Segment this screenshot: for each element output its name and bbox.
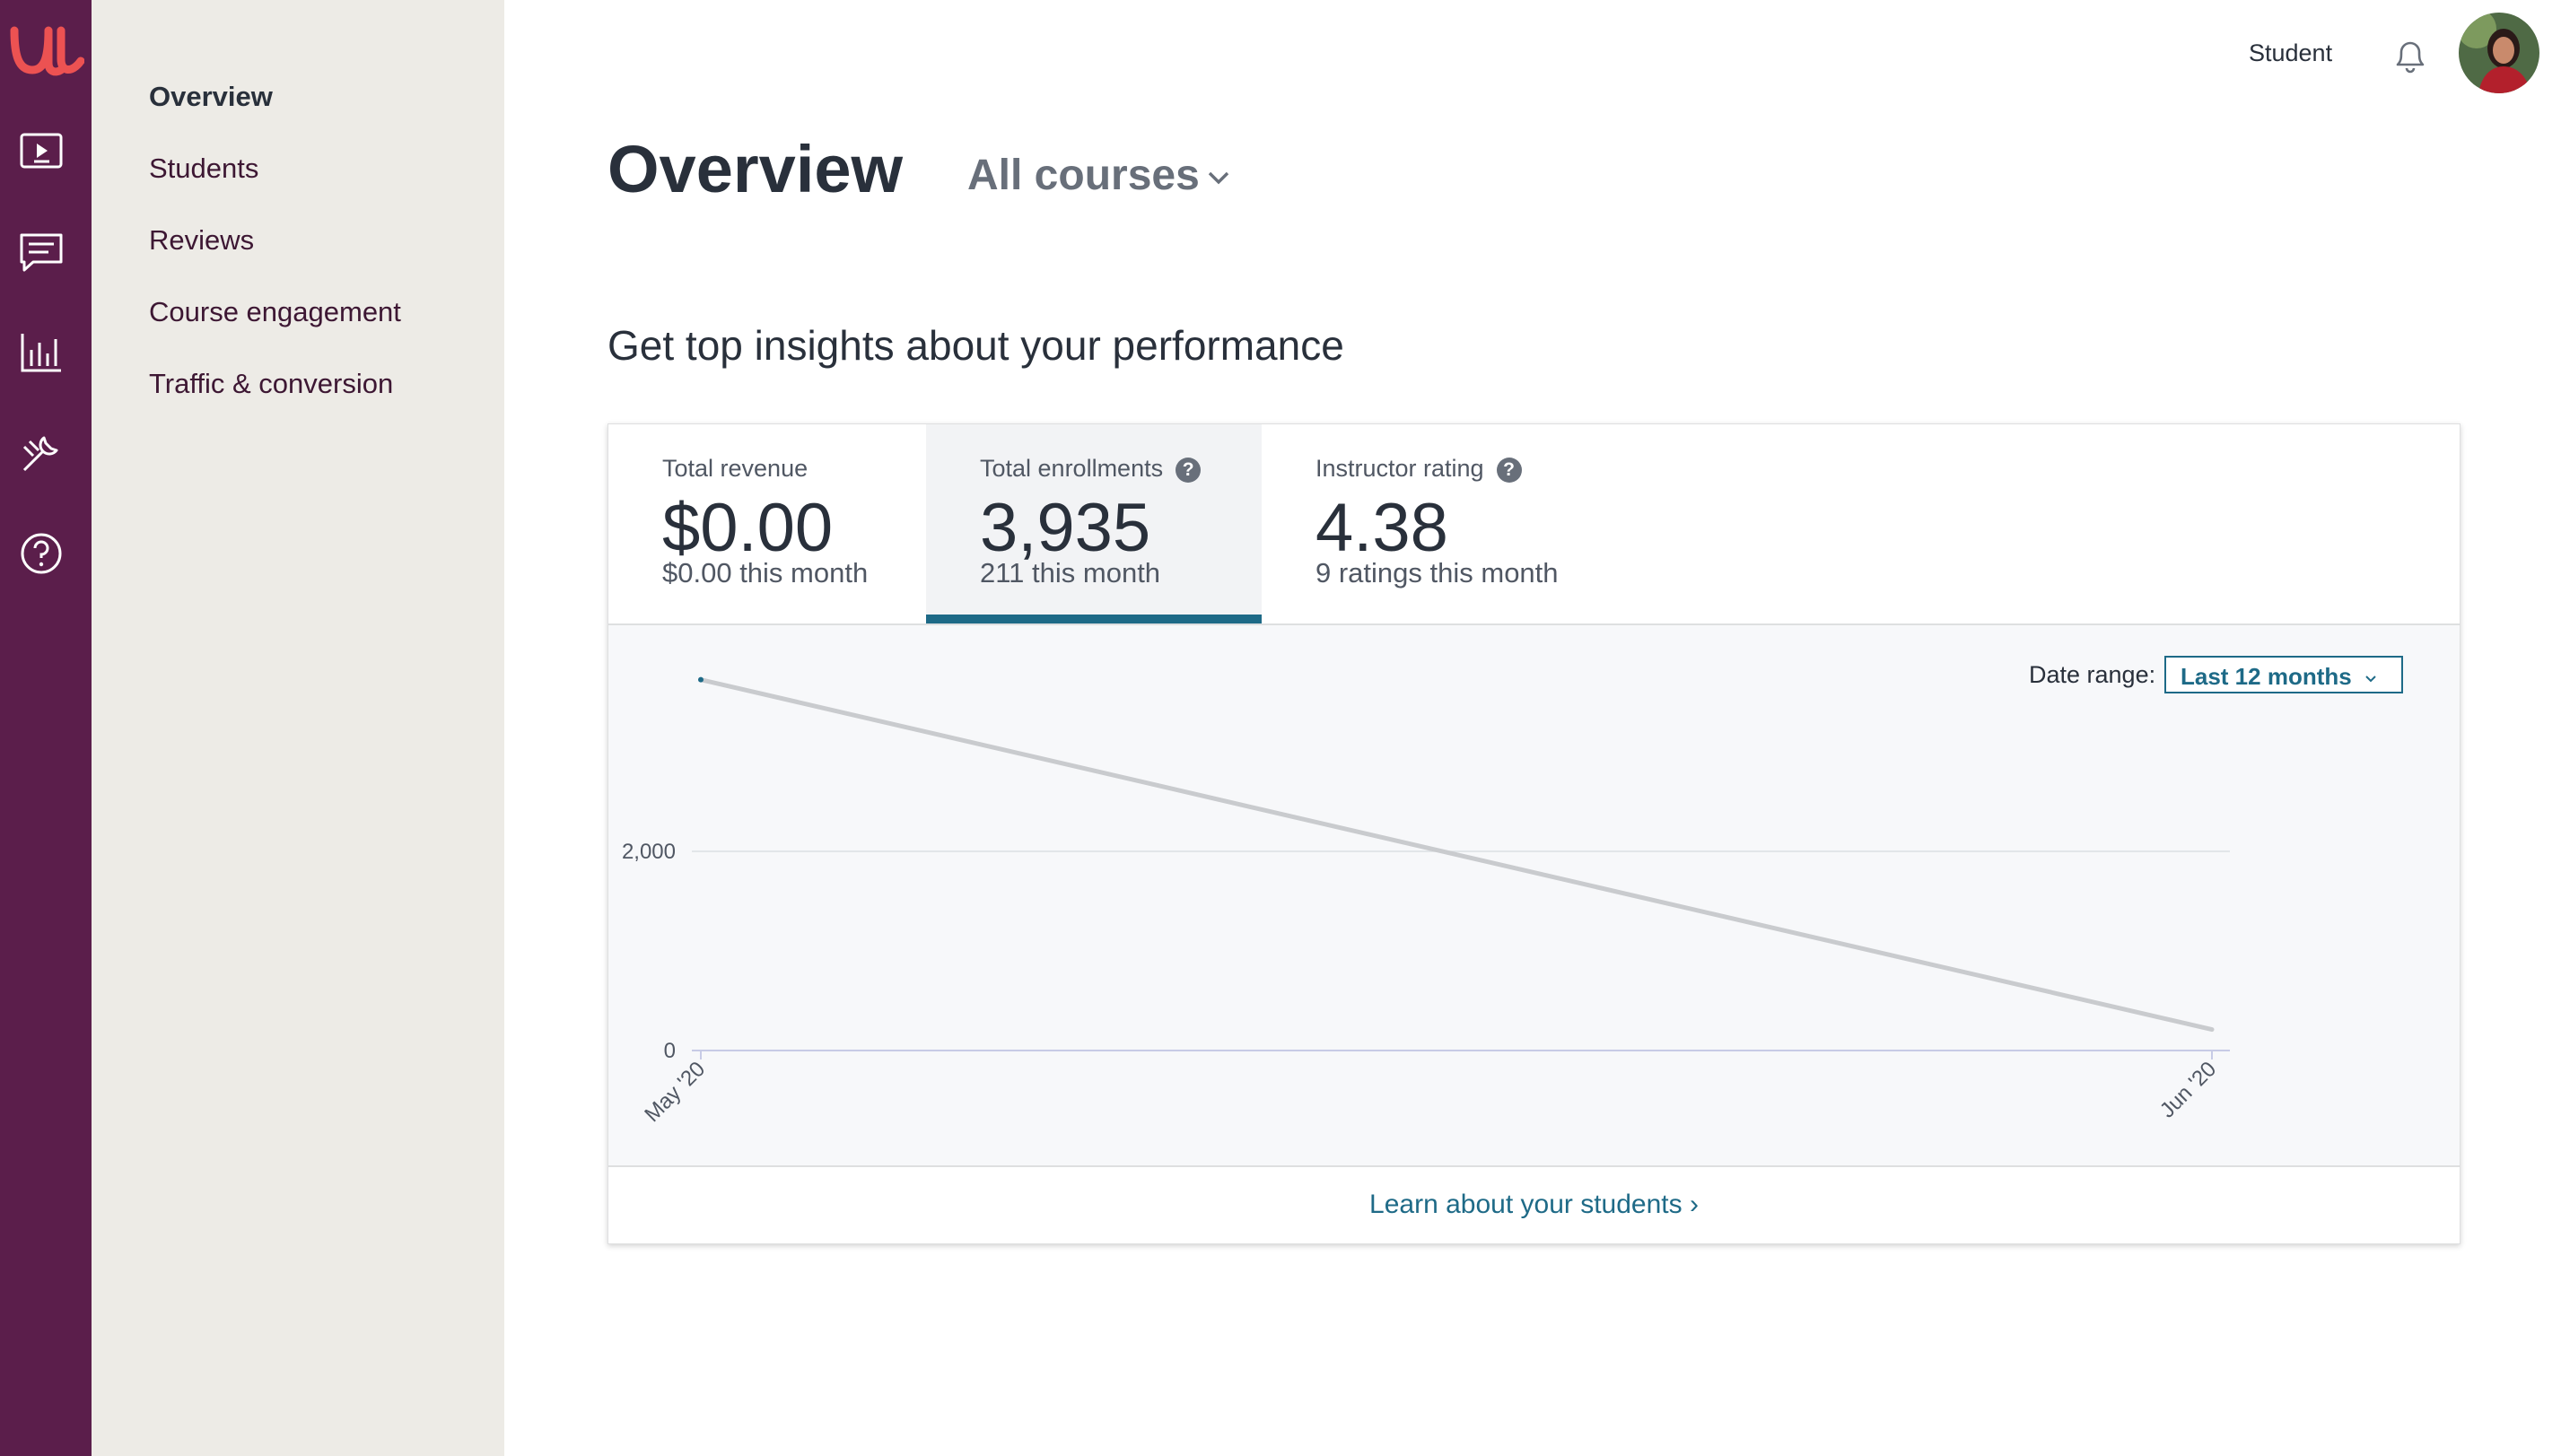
x-tick-label: May '20 xyxy=(640,1057,710,1127)
tab-total-revenue[interactable]: Total revenue $0.00 $0.00 this month xyxy=(608,424,926,623)
secondary-sidebar: Overview Students Reviews Course engagem… xyxy=(92,0,504,1456)
help-circle-icon[interactable] xyxy=(17,529,66,578)
active-tab-indicator xyxy=(926,615,1262,623)
chat-icon[interactable] xyxy=(17,228,66,276)
help-icon[interactable]: ? xyxy=(1496,457,1522,483)
tab-value: 3,935 xyxy=(980,490,1151,566)
page-title: Overview xyxy=(607,132,904,206)
tab-instructor-rating[interactable]: Instructor rating? 4.38 9 ratings this m… xyxy=(1262,424,1639,623)
course-filter-label: All courses xyxy=(967,152,1200,199)
y-tick-label: 2,000 xyxy=(622,840,676,864)
series-line xyxy=(698,677,2215,1033)
sidebar-item-traffic-conversion[interactable]: Traffic & conversion xyxy=(149,368,393,400)
tab-label-text: Instructor rating xyxy=(1315,455,1484,482)
icon-rail xyxy=(0,0,92,1456)
bar-chart-icon[interactable] xyxy=(17,328,66,377)
tab-value: 4.38 xyxy=(1315,490,1448,566)
section-title: Get top insights about your performance xyxy=(607,322,1344,369)
help-icon[interactable]: ? xyxy=(1176,457,1202,483)
tab-label-text: Total enrollments xyxy=(980,455,1164,482)
data-point[interactable] xyxy=(698,676,704,683)
student-view-link[interactable]: Student xyxy=(2249,39,2332,67)
udemy-logo[interactable] xyxy=(9,18,84,81)
tab-value: $0.00 xyxy=(662,490,834,566)
sidebar-item-overview[interactable]: Overview xyxy=(149,81,273,113)
tab-label: Total enrollments? xyxy=(980,455,1202,483)
chart-area: Date range: Last 12 months 0 2,000 May '20… xyxy=(608,623,2460,1167)
bell-icon[interactable] xyxy=(2391,34,2430,77)
sidebar-item-reviews[interactable]: Reviews xyxy=(149,224,254,257)
x-tick-label: Jun '20 xyxy=(2155,1057,2221,1122)
performance-card: Total revenue $0.00 $0.00 this month Tot… xyxy=(607,423,2460,1244)
learn-about-students-link[interactable]: Learn about your students › xyxy=(608,1165,2460,1243)
tab-label: Total revenue xyxy=(662,455,809,482)
course-video-icon[interactable] xyxy=(17,127,66,176)
tab-subtext: 9 ratings this month xyxy=(1315,557,1559,589)
chevron-down-icon xyxy=(1208,172,1228,185)
sidebar-item-course-engagement[interactable]: Course engagement xyxy=(149,296,401,328)
tab-subtext: 211 this month xyxy=(980,557,1161,589)
y-tick-label: 0 xyxy=(664,1039,676,1063)
tools-icon[interactable] xyxy=(17,429,66,477)
tab-subtext: $0.00 this month xyxy=(662,557,869,589)
tab-label: Instructor rating? xyxy=(1315,455,1522,483)
sidebar-item-students[interactable]: Students xyxy=(149,153,258,185)
avatar[interactable] xyxy=(2459,13,2539,93)
course-filter-dropdown[interactable]: All courses xyxy=(967,151,1232,200)
tab-total-enrollments[interactable]: Total enrollments? 3,935 211 this month xyxy=(926,424,1262,623)
enrollments-line-chart: 0 2,000 May '20 Jun '20 xyxy=(622,676,2230,1127)
avatar-image xyxy=(2459,13,2539,93)
